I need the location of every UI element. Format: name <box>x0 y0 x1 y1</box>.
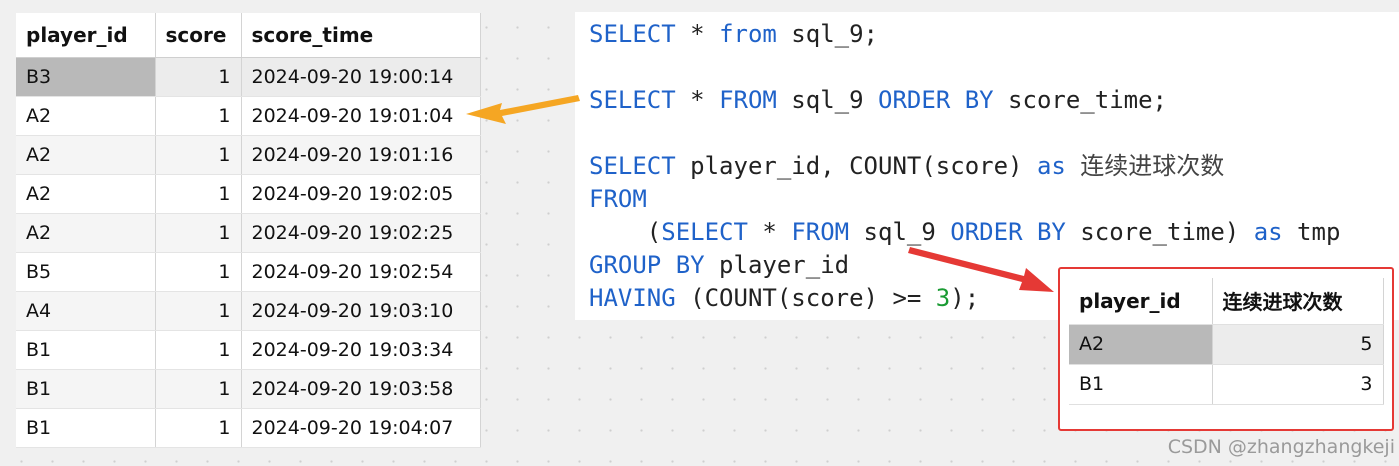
cell-score-time[interactable]: 2024-09-20 19:02:25 <box>241 213 481 253</box>
cell-score-time[interactable]: 2024-09-20 19:00:14 <box>241 57 481 97</box>
table-row[interactable]: B5 1 2024-09-20 19:02:54 <box>16 252 481 292</box>
sql-query-group-line-2[interactable]: FROM <box>589 183 1399 216</box>
cell-score[interactable]: 1 <box>155 369 242 409</box>
sql-text: (COUNT(score) >= <box>675 284 936 312</box>
cell-player-id[interactable]: A2 <box>16 174 156 214</box>
sql-keyword: GROUP BY <box>589 251 705 279</box>
sql-keyword: HAVING <box>589 284 676 312</box>
source-table: player_id score score_time B3 1 2024-09-… <box>16 13 481 448</box>
result-column-header-player-id[interactable]: player_id <box>1069 278 1213 325</box>
sql-text: player_id, COUNT(score) <box>675 152 1037 180</box>
sql-keyword: FROM <box>719 86 777 114</box>
column-header-score-time[interactable]: score_time <box>241 13 481 58</box>
sql-number-literal: 3 <box>935 284 951 312</box>
cell-score-time[interactable]: 2024-09-20 19:01:04 <box>241 96 481 136</box>
sql-keyword: from <box>719 20 777 48</box>
result-table-header: player_id 连续进球次数 <box>1069 278 1384 325</box>
table-row[interactable]: B1 3 <box>1069 364 1384 405</box>
sql-text: * <box>747 218 792 246</box>
cell-player-id[interactable]: A2 <box>16 135 156 175</box>
cell-score[interactable]: 1 <box>155 213 242 253</box>
sql-text: player_id <box>704 251 850 279</box>
sql-keyword: SELECT <box>661 218 748 246</box>
cell-score-time[interactable]: 2024-09-20 19:02:54 <box>241 252 481 292</box>
column-header-score[interactable]: score <box>155 13 242 58</box>
table-row[interactable]: B1 1 2024-09-20 19:03:34 <box>16 330 481 370</box>
cell-score-time[interactable]: 2024-09-20 19:03:10 <box>241 291 481 331</box>
table-row[interactable]: B1 1 2024-09-20 19:03:58 <box>16 369 481 409</box>
source-table-header: player_id score score_time <box>16 13 481 58</box>
cell-score-time[interactable]: 2024-09-20 19:04:07 <box>241 408 481 448</box>
sql-text: * <box>675 20 720 48</box>
result-cell-count[interactable]: 5 <box>1212 324 1384 365</box>
table-row[interactable]: B3 1 2024-09-20 19:00:14 <box>16 57 481 97</box>
sql-alias-chinese: 连续进球次数 <box>1080 152 1225 180</box>
result-highlight-box: player_id 连续进球次数 A2 5 B1 3 <box>1058 267 1394 431</box>
table-row[interactable]: B1 1 2024-09-20 19:04:07 <box>16 408 481 448</box>
sql-keyword: FROM <box>791 218 850 246</box>
table-row[interactable]: A2 5 <box>1069 324 1384 365</box>
cell-player-id[interactable]: A2 <box>16 96 156 136</box>
table-row[interactable]: A2 1 2024-09-20 19:01:16 <box>16 135 481 175</box>
cell-player-id[interactable]: B1 <box>16 369 156 409</box>
cell-score[interactable]: 1 <box>155 252 242 292</box>
sql-text: score_time) <box>1065 218 1254 246</box>
cell-score[interactable]: 1 <box>155 291 242 331</box>
result-table: player_id 连续进球次数 A2 5 B1 3 <box>1069 278 1384 405</box>
column-header-player-id[interactable]: player_id <box>16 13 156 58</box>
sql-query-order-by[interactable]: SELECT * FROM sql_9 ORDER BY score_time; <box>589 84 1399 117</box>
sql-text: score_time; <box>993 86 1167 114</box>
cell-player-id[interactable]: A4 <box>16 291 156 331</box>
sql-keyword: SELECT <box>589 86 676 114</box>
sql-keyword: FROM <box>589 185 647 213</box>
sql-keyword: as <box>1253 218 1283 246</box>
cell-score-time[interactable]: 2024-09-20 19:01:16 <box>241 135 481 175</box>
sql-keyword: ORDER BY <box>950 218 1066 246</box>
sql-keyword: ORDER BY <box>878 86 994 114</box>
table-row[interactable]: A2 1 2024-09-20 19:01:04 <box>16 96 481 136</box>
sql-text: ); <box>950 284 980 312</box>
sql-text: sql_9; <box>776 20 879 48</box>
sql-query-select-all[interactable]: SELECT * from sql_9; <box>589 18 1399 51</box>
cell-score[interactable]: 1 <box>155 408 242 448</box>
sql-query-group-line-3[interactable]: (SELECT * FROM sql_9 ORDER BY score_time… <box>589 216 1399 249</box>
table-row[interactable]: A4 1 2024-09-20 19:03:10 <box>16 291 481 331</box>
sql-text: sql_9 <box>776 86 879 114</box>
cell-score-time[interactable]: 2024-09-20 19:03:58 <box>241 369 481 409</box>
result-column-header-count[interactable]: 连续进球次数 <box>1212 278 1384 325</box>
sql-keyword: SELECT <box>589 20 676 48</box>
sql-text: sql_9 <box>849 218 951 246</box>
sql-keyword: SELECT <box>589 152 676 180</box>
table-row[interactable]: A2 1 2024-09-20 19:02:25 <box>16 213 481 253</box>
cell-player-id[interactable]: B3 <box>16 57 156 97</box>
sql-text: ( <box>589 218 662 246</box>
sql-text: * <box>675 86 720 114</box>
sql-query-group-line-1[interactable]: SELECT player_id, COUNT(score) as 连续进球次数 <box>589 150 1399 183</box>
arrow-to-source-row-icon <box>466 95 580 124</box>
cell-score-time[interactable]: 2024-09-20 19:02:05 <box>241 174 481 214</box>
sql-text: tmp <box>1282 218 1341 246</box>
table-row[interactable]: A2 1 2024-09-20 19:02:05 <box>16 174 481 214</box>
cell-score[interactable]: 1 <box>155 57 242 97</box>
result-cell-player-id[interactable]: A2 <box>1069 324 1213 365</box>
cell-score[interactable]: 1 <box>155 96 242 136</box>
cell-player-id[interactable]: B1 <box>16 408 156 448</box>
cell-player-id[interactable]: B5 <box>16 252 156 292</box>
cell-score[interactable]: 1 <box>155 330 242 370</box>
cell-player-id[interactable]: A2 <box>16 213 156 253</box>
watermark: CSDN @zhangzhangkeji <box>1167 436 1395 458</box>
cell-score-time[interactable]: 2024-09-20 19:03:34 <box>241 330 481 370</box>
cell-score[interactable]: 1 <box>155 174 242 214</box>
result-cell-player-id[interactable]: B1 <box>1069 364 1213 405</box>
cell-score[interactable]: 1 <box>155 135 242 175</box>
result-cell-count[interactable]: 3 <box>1212 364 1384 405</box>
cell-player-id[interactable]: B1 <box>16 330 156 370</box>
sql-keyword: as <box>1036 152 1066 180</box>
